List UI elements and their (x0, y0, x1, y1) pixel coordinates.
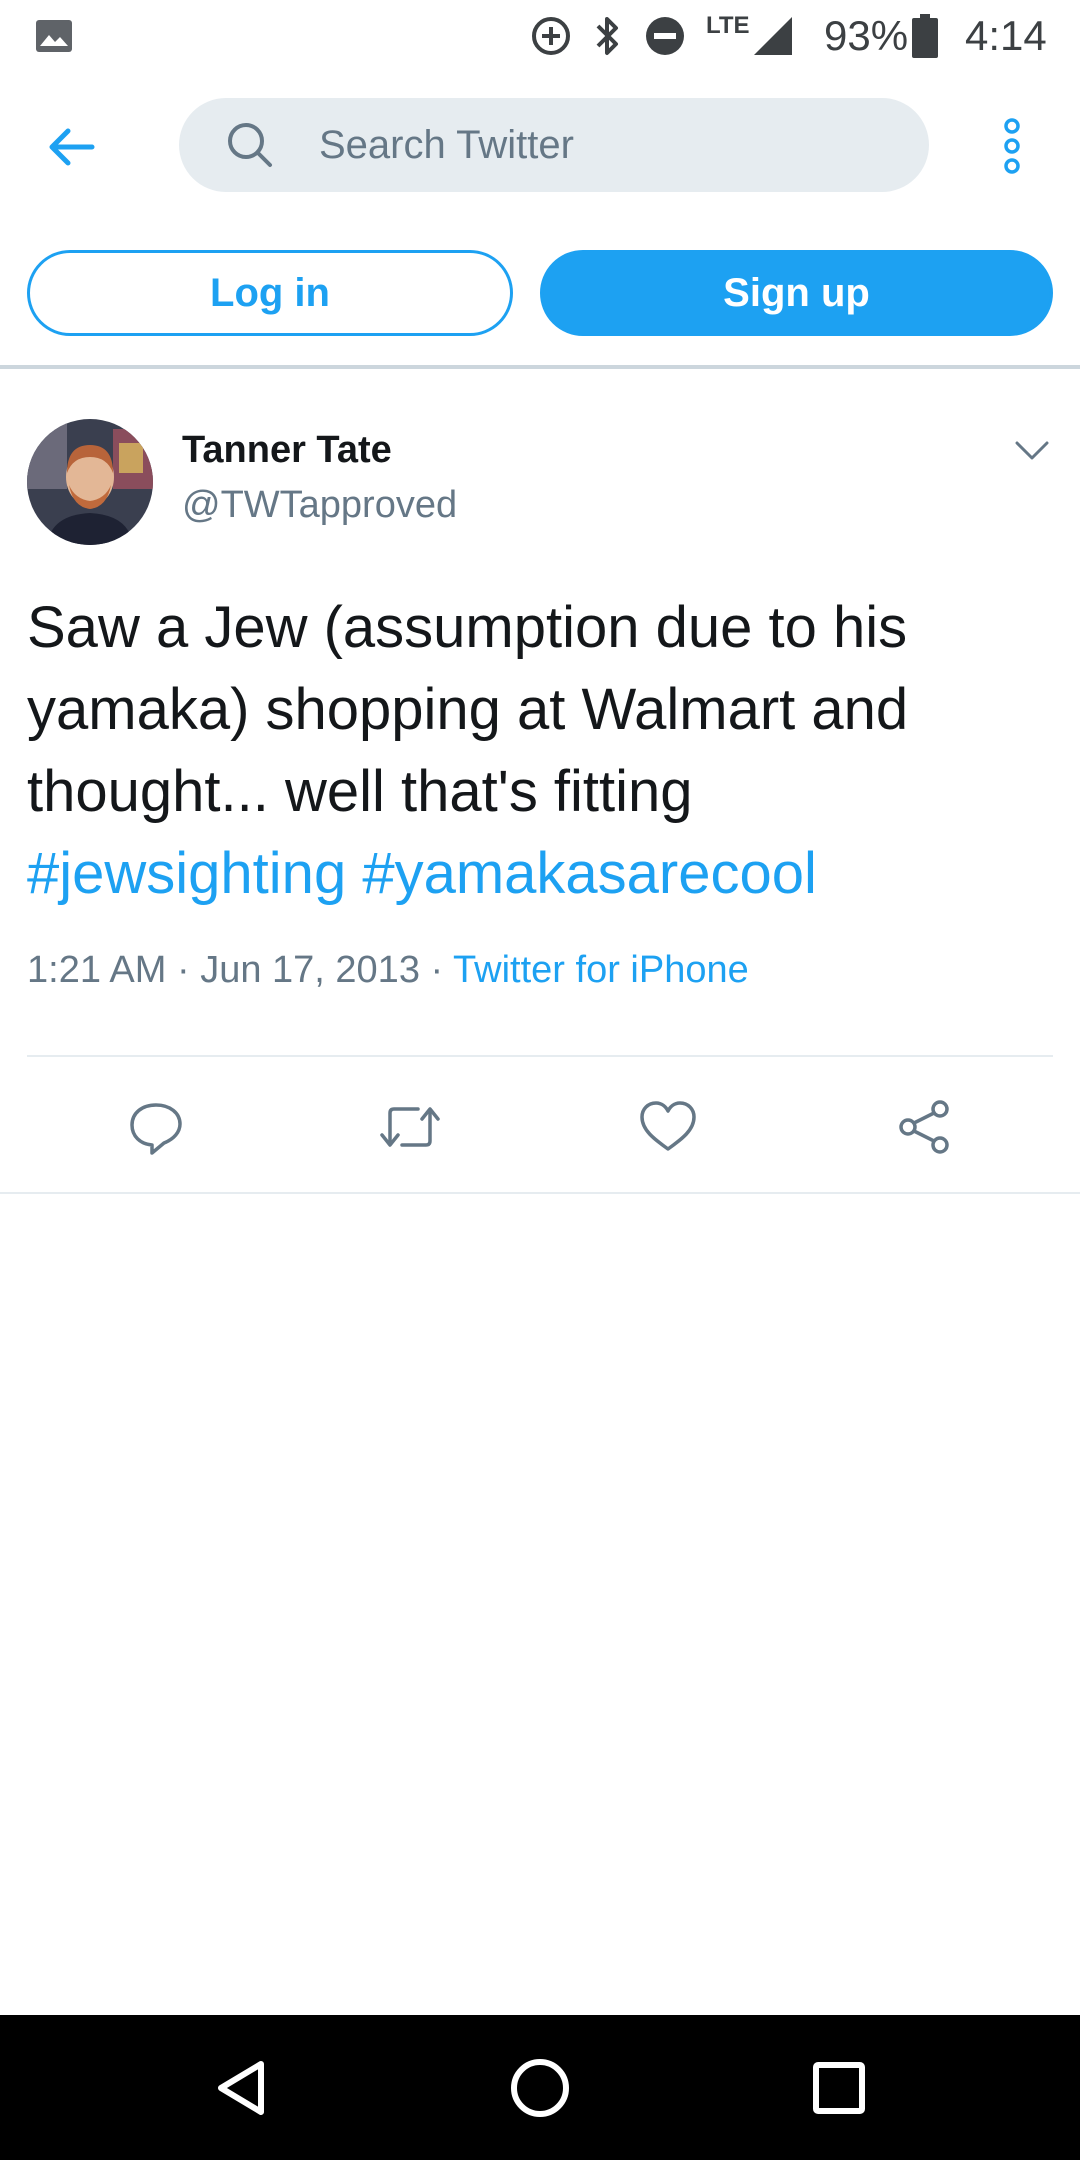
avatar[interactable] (27, 419, 153, 545)
battery-icon (912, 10, 938, 62)
status-bar: LTE 93% 4:14 (0, 0, 1080, 72)
tweet-text: Saw a Jew (assumption due to his yamaka)… (27, 587, 1057, 915)
meta-separator: · (176, 949, 190, 991)
hashtag-link[interactable]: #jewsighting (27, 841, 346, 906)
clock: 4:14 (965, 12, 1047, 59)
top-app-bar (0, 72, 1080, 218)
hashtag-link[interactable]: #yamakasarecool (362, 841, 817, 906)
share-button[interactable] (892, 1095, 956, 1159)
retweet-button[interactable] (378, 1095, 442, 1159)
search-bar[interactable] (179, 98, 929, 192)
tweet: Tanner Tate @TWTapproved Saw a Jew (assu… (0, 369, 1080, 1194)
battery-percent: 93% (824, 12, 909, 59)
nav-recents-button[interactable] (804, 2053, 874, 2123)
login-button[interactable]: Log in (27, 250, 513, 336)
like-icon (640, 1101, 696, 1151)
tweet-bottom-divider (0, 1192, 1080, 1194)
system-nav-bar (0, 2015, 1080, 2160)
data-saver-icon (530, 10, 572, 62)
network-label: LTE (706, 12, 750, 39)
auth-buttons: Log in Sign up (0, 250, 1080, 336)
share-icon (899, 1100, 949, 1154)
meta-separator: · (430, 949, 444, 991)
back-arrow-icon (49, 128, 95, 166)
tweet-menu-button[interactable] (1010, 431, 1054, 471)
chevron-down-icon (1015, 441, 1049, 460)
tweet-actions (0, 1057, 1080, 1193)
author-name[interactable]: Tanner Tate (182, 429, 392, 472)
reply-button[interactable] (124, 1095, 188, 1159)
nav-back-button[interactable] (206, 2053, 276, 2123)
search-icon (228, 123, 272, 167)
like-button[interactable] (636, 1095, 700, 1159)
retweet-icon (380, 1107, 440, 1147)
recents-square-icon (813, 2062, 865, 2114)
tweet-time: 1:21 AM (27, 949, 167, 991)
bluetooth-icon (592, 10, 622, 62)
nav-home-button[interactable] (505, 2053, 575, 2123)
tweet-source-link[interactable]: Twitter for iPhone (453, 949, 749, 991)
tweet-meta: 1:21 AM · Jun 17, 2013 · Twitter for iPh… (27, 949, 749, 992)
back-triangle-icon (218, 2061, 264, 2115)
reply-icon (130, 1103, 182, 1155)
do-not-disturb-icon (644, 10, 686, 62)
search-input[interactable] (319, 98, 899, 192)
tweet-date: Jun 17, 2013 (200, 949, 420, 991)
signup-button[interactable]: Sign up (540, 250, 1053, 336)
more-vertical-icon (1004, 118, 1020, 174)
image-icon (36, 10, 72, 62)
author-handle[interactable]: @TWTapproved (182, 484, 457, 527)
home-circle-icon (511, 2059, 569, 2117)
tweet-body: Saw a Jew (assumption due to his yamaka)… (27, 595, 909, 824)
signal-icon (752, 10, 794, 62)
more-options-button[interactable] (984, 114, 1040, 178)
back-button[interactable] (36, 112, 106, 182)
